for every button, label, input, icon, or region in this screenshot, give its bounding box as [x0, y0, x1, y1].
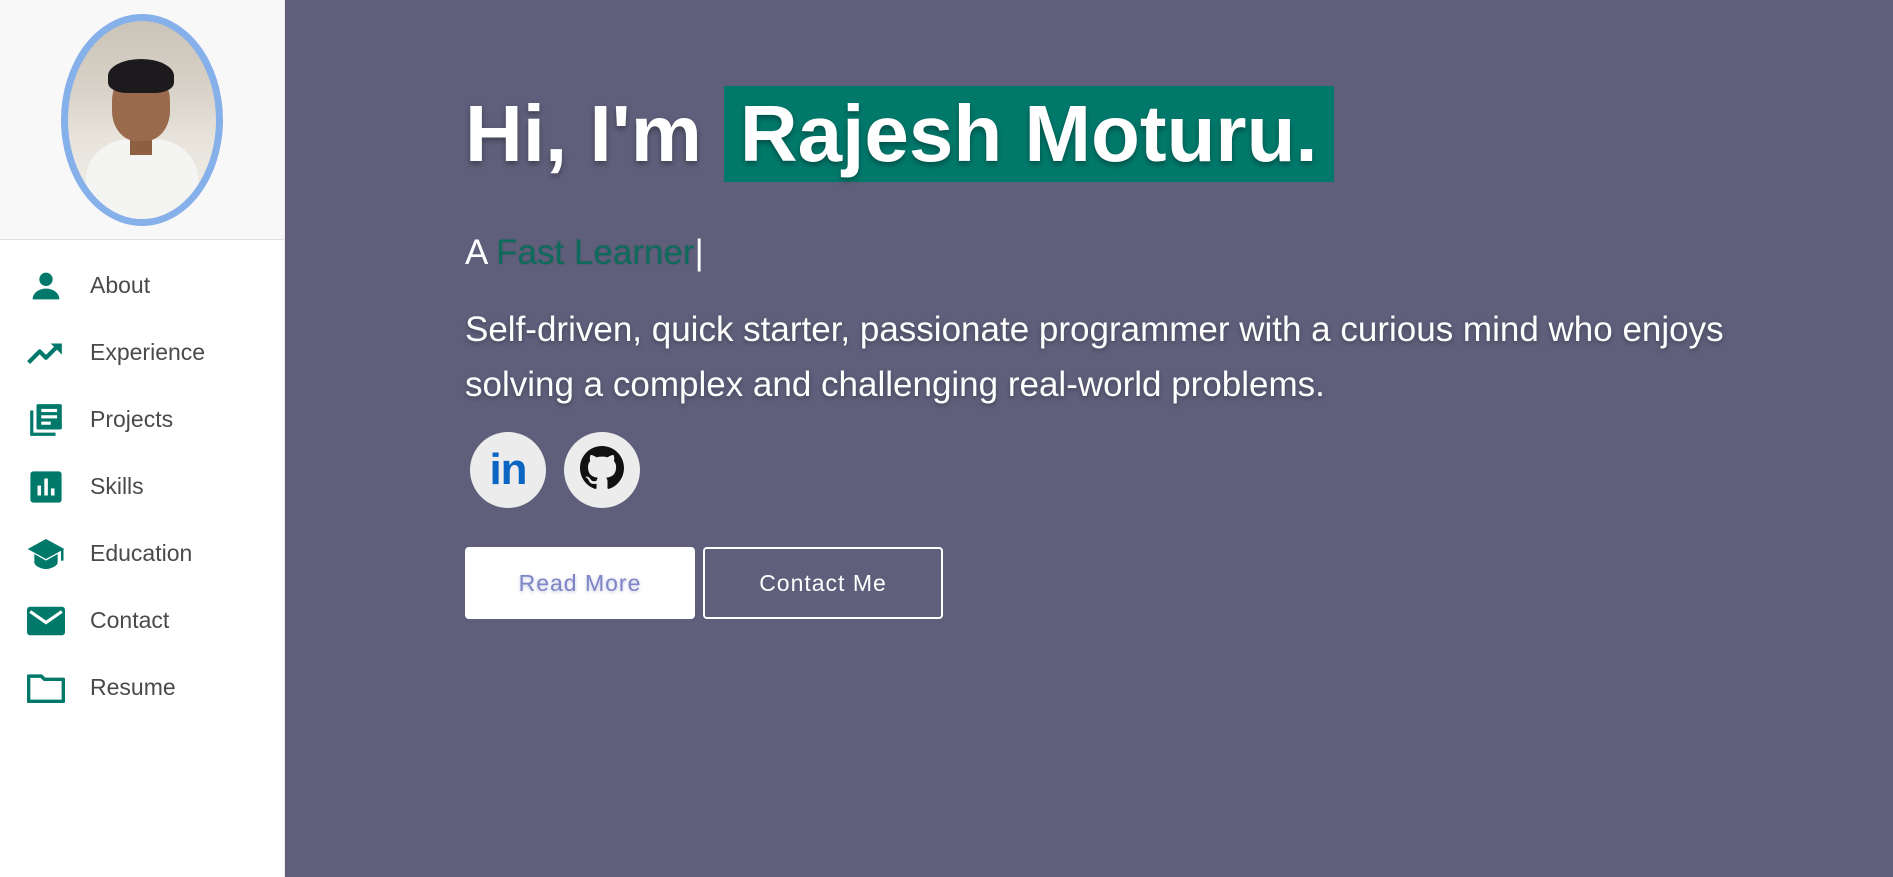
- bar-chart-icon: [26, 467, 66, 507]
- typing-cursor: |: [694, 233, 704, 272]
- hero-tagline: A Fast Learner|: [465, 233, 704, 273]
- avatar-hair: [108, 58, 174, 93]
- sidebar-item-label: Education: [90, 540, 193, 566]
- sidebar-item-label: Skills: [90, 473, 144, 499]
- sidebar-item-label: About: [90, 272, 151, 298]
- social-links: in: [470, 432, 640, 508]
- sidebar-item-label: Projects: [90, 406, 174, 432]
- trending-up-icon: [26, 333, 66, 373]
- linkedin-link[interactable]: in: [470, 432, 546, 508]
- sidebar-item-skills[interactable]: Skills: [0, 453, 284, 520]
- tagline-prefix: A: [465, 233, 487, 272]
- sidebar-item-label: Resume: [90, 674, 176, 700]
- sidebar-item-education[interactable]: Education: [0, 520, 284, 587]
- read-more-button[interactable]: Read More: [465, 547, 695, 619]
- sidebar-item-experience[interactable]: Experience: [0, 319, 284, 386]
- hero-greeting: Hi, I'm: [465, 89, 702, 178]
- library-books-icon: [26, 400, 66, 440]
- sidebar-item-projects[interactable]: Projects: [0, 386, 284, 453]
- sidebar-item-resume[interactable]: Resume: [0, 654, 284, 721]
- hero-title: Hi, I'm Rajesh Moturu.: [465, 86, 1334, 182]
- mail-icon: [26, 601, 66, 641]
- sidebar: About Experience Projects Skills Educati…: [0, 0, 285, 877]
- hero-section: Hi, I'm Rajesh Moturu. A Fast Learner| S…: [285, 0, 1893, 877]
- sidebar-item-contact[interactable]: Contact: [0, 587, 284, 654]
- folder-icon: [26, 668, 66, 708]
- hero-buttons: Read More Contact Me: [465, 547, 943, 619]
- contact-me-button[interactable]: Contact Me: [703, 547, 943, 619]
- hero-bio: Self-driven, quick starter, passionate p…: [465, 310, 1724, 404]
- sidebar-item-label: Experience: [90, 339, 206, 365]
- github-icon: [580, 446, 624, 494]
- graduation-cap-icon: [26, 534, 66, 574]
- github-link[interactable]: [564, 432, 640, 508]
- linkedin-icon: in: [489, 445, 527, 494]
- tagline-typed-text: Fast Learner: [496, 233, 695, 272]
- avatar: [61, 13, 223, 226]
- hero-name: Rajesh Moturu.: [723, 86, 1334, 182]
- sidebar-item-label: Contact: [90, 607, 170, 633]
- sidebar-item-about[interactable]: About: [0, 252, 284, 319]
- sidebar-nav: About Experience Projects Skills Educati…: [0, 240, 284, 721]
- avatar-container: [0, 0, 284, 240]
- person-icon: [26, 266, 66, 306]
